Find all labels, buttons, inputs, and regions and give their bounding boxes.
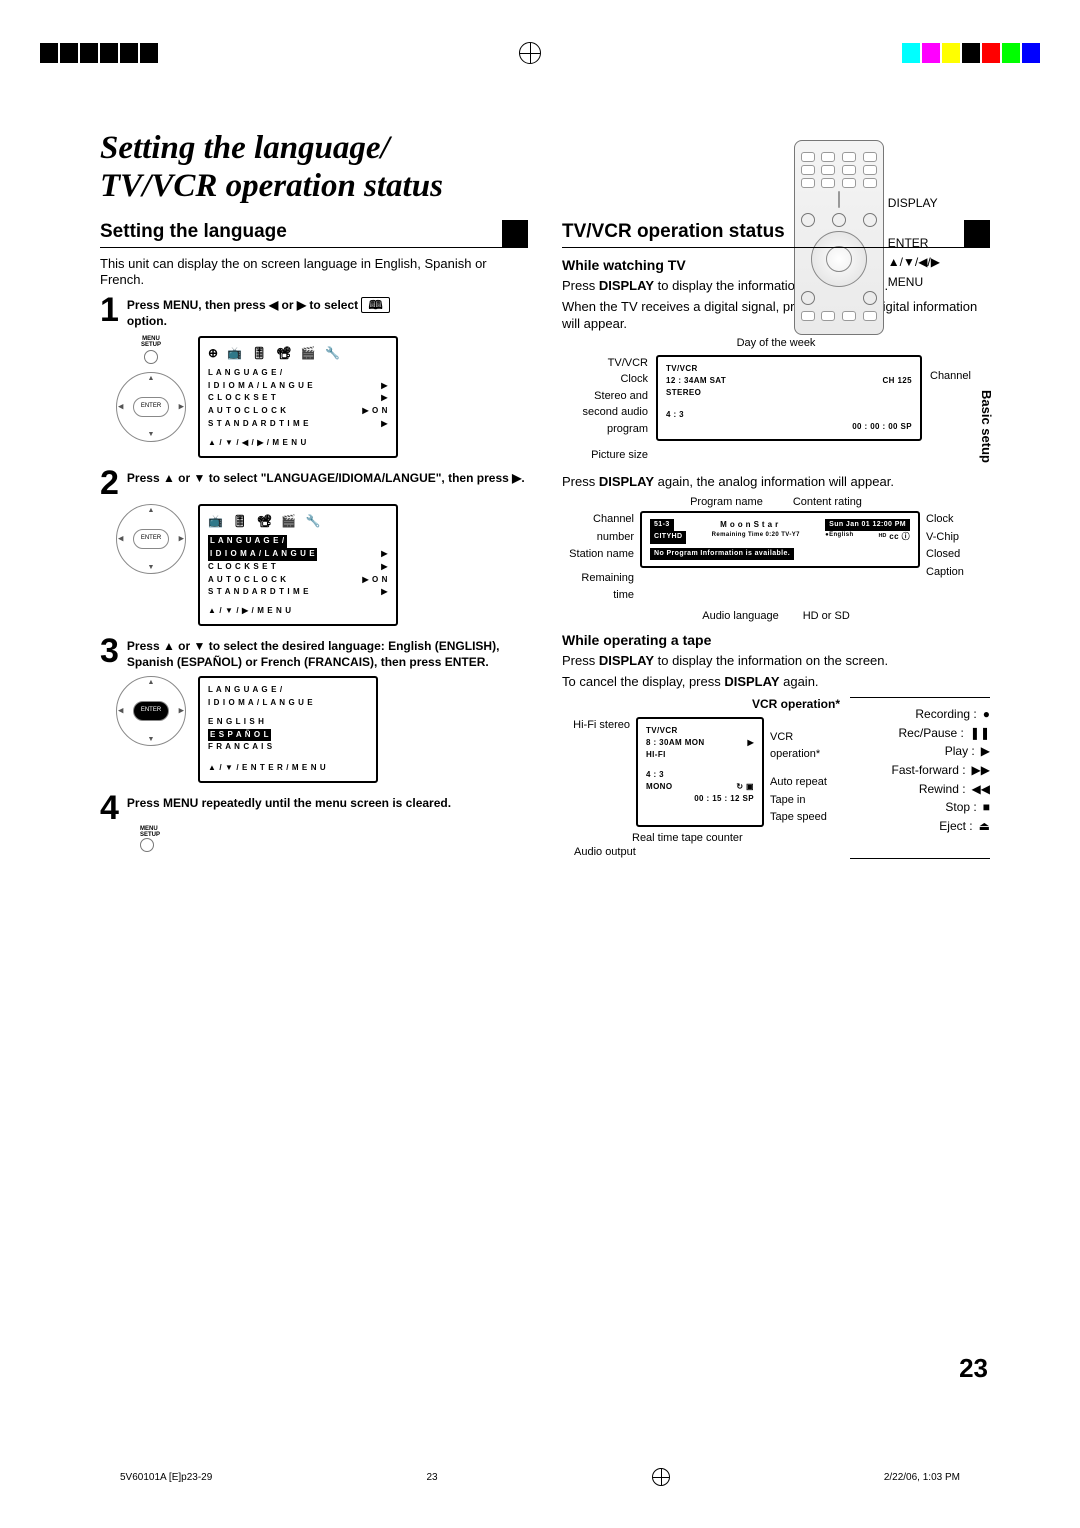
label-arrows: ▲/▼/◀/▶	[888, 255, 940, 271]
footer: 5V60101A [E]p23-29 23 2/22/06, 1:03 PM	[0, 1468, 1080, 1486]
tv-info-box-2: 51-3 M o o n S t a r Sun Jan 01 12:00 PM…	[640, 511, 920, 569]
label-display: DISPLAY	[888, 196, 940, 212]
ff-icon: ▶▶	[972, 763, 990, 779]
registration-mark-icon	[652, 1468, 670, 1486]
display-diagram-2: Program nameContent rating Channel numbe…	[562, 495, 990, 624]
osd-screen-3: L A N G U A G E / I D I O M A / L A N G …	[198, 676, 378, 783]
doc-code: 5V60101A [E]p23-29	[120, 1471, 212, 1484]
osd-screen-1: ⊕ 📺 🎚 📽 🎬 🔧 L A N G U A G E / I D I O M …	[198, 336, 398, 458]
tv-info-box-1: TV/VCR 12 : 34AM SATCH 125 STEREO 4 : 3 …	[656, 355, 922, 441]
col-left: Setting the language This unit can displ…	[100, 220, 528, 859]
display-diagram-1: Day of the week TV/VCR Clock Stereo and …	[562, 336, 990, 463]
registration-mark-icon	[519, 42, 541, 64]
heading-language: Setting the language	[100, 220, 528, 248]
stop-icon: ■	[983, 800, 990, 816]
rewind-icon: ◀◀	[972, 782, 990, 798]
black-bars	[40, 43, 158, 63]
crop-marks	[0, 38, 1080, 68]
vcr-info-box: TV/VCR 8 : 30AM MON▶ HI-FI 4 : 3 MONO↻ ▣…	[636, 717, 764, 827]
step-3: 3 Press ▲ or ▼ to select the desired lan…	[100, 636, 528, 670]
step-4: 4 Press MENU repeatedly until the menu s…	[100, 793, 528, 824]
timestamp: 2/22/06, 1:03 PM	[884, 1471, 960, 1484]
heading-tvvcr: TV/VCR operation status	[562, 220, 990, 248]
step-2: 2 Press ▲ or ▼ to select "LANGUAGE/IDIOM…	[100, 468, 528, 499]
step-1: 1 Press MENU, then press ◀ or ▶ to selec…	[100, 295, 528, 329]
menu-setup-button: MENU SETUP	[140, 826, 528, 857]
d-pad-icon: ▲▼◀▶ ENTER	[116, 372, 186, 442]
osd-screen-2: 📺 🎚 📽 🎬 🔧 L A N G U A G E / I D I O M A …	[198, 504, 398, 626]
play-icon: ▶	[981, 744, 990, 760]
intro-text: This unit can display the on screen lang…	[100, 256, 528, 290]
menu-setup-button: MENU SETUP ▲▼◀▶ ENTER	[116, 336, 186, 442]
record-icon: ●	[983, 707, 990, 723]
d-pad-icon: ▲▼◀▶ ENTER	[116, 676, 186, 746]
subhead-tape: While operating a tape	[562, 631, 990, 649]
color-bars	[902, 43, 1040, 63]
label-menu: MENU	[888, 275, 940, 291]
page-number: 23	[959, 1352, 988, 1386]
d-pad-icon: ▲▼◀▶ ENTER	[116, 504, 186, 574]
eject-icon: ⏏	[979, 819, 990, 835]
osd-tab-icon: 🕮	[361, 297, 389, 313]
vcr-operation-legend: Recording :● Rec/Pause :❚❚ Play :▶ Fast-…	[850, 697, 990, 859]
manual-page: DISPLAY ENTER ▲/▼/◀/▶ MENU Setting the l…	[0, 0, 1080, 1528]
pause-icon: ❚❚	[970, 726, 990, 742]
display-diagram-3: VCR operation* Hi-Fi stereo TV/VCR 8 : 3…	[562, 697, 990, 859]
